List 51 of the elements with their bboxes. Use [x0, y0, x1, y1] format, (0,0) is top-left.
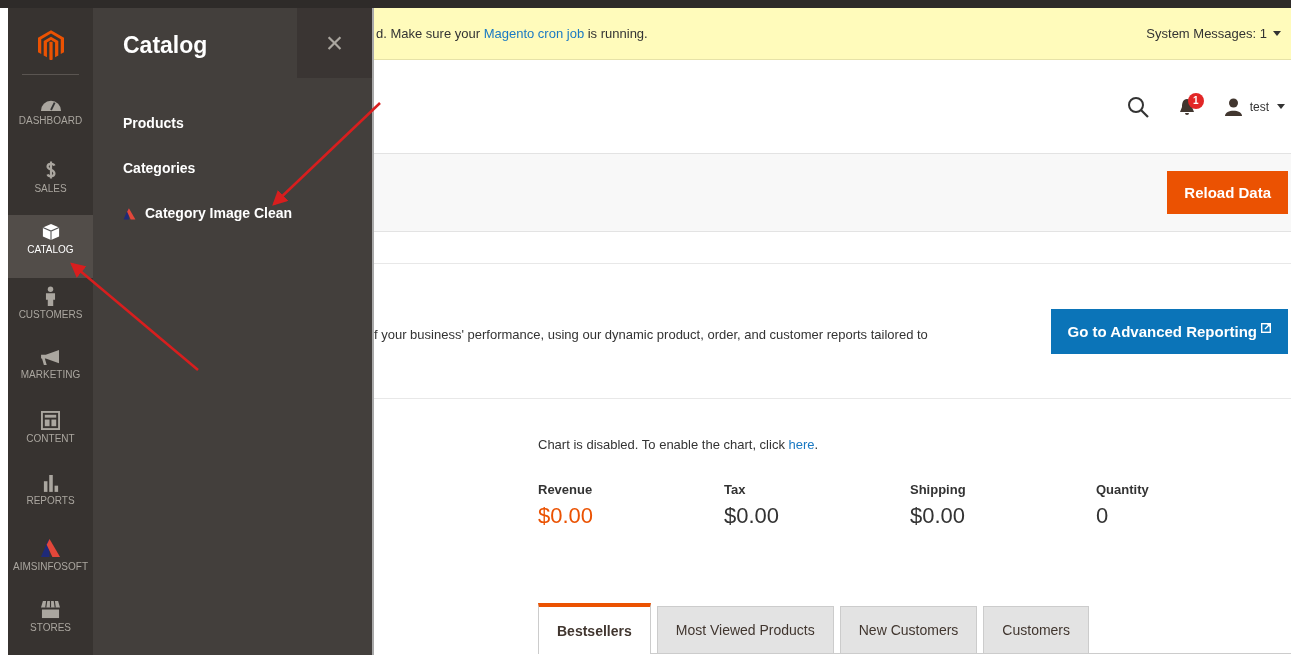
person-icon [45, 285, 56, 306]
stat-value: 0 [1096, 503, 1110, 529]
nav-item[interactable]: REPORTS [8, 466, 93, 530]
tab[interactable]: Most Viewed Products [656, 606, 834, 653]
menu-item[interactable]: Categories [123, 159, 196, 178]
tab[interactable]: New Customers [839, 606, 978, 653]
search-icon[interactable] [1126, 95, 1149, 118]
menu-item[interactable]: Products [123, 114, 184, 133]
stat-label: Quantity [1096, 482, 1150, 497]
user-menu[interactable]: test [1224, 97, 1285, 116]
stat-value: $0.00 [724, 503, 781, 529]
nav-item[interactable]: CUSTOMERS [8, 277, 93, 341]
storefront-icon [40, 600, 61, 620]
advanced-reporting-button[interactable]: Go to Advanced Reporting [1050, 308, 1288, 354]
close-button[interactable]: × [297, 8, 372, 78]
notice-text: d. Make sure your Magento cron job is running. [376, 26, 648, 41]
reload-data-button[interactable]: Reload Data [1167, 171, 1288, 214]
system-messages-dropdown[interactable]: System Messages: 1 [1140, 25, 1287, 42]
nav-item[interactable]: CONTENT [8, 403, 93, 467]
caret-icon [1273, 31, 1281, 36]
reporting-description: f your business' performance, using our dynamic product, order, and customer reports tailored to [374, 326, 928, 342]
layout-icon [41, 411, 60, 431]
menu-item[interactable]: Category Image Clean [123, 204, 293, 223]
nav-item[interactable]: CATALOG [8, 214, 93, 278]
triangle-logo-icon [40, 537, 61, 559]
user-icon [1224, 97, 1242, 116]
stat-label: Shipping [910, 482, 967, 497]
cron-link[interactable]: Magento cron job [483, 26, 585, 41]
dollar-icon [44, 159, 57, 180]
nav-item[interactable]: DASHBOARD [8, 88, 93, 152]
box-icon [41, 222, 60, 241]
triangle-logo-icon [123, 207, 136, 220]
caret-icon [1277, 104, 1285, 109]
stat-value: $0.00 [538, 503, 595, 529]
stat-label: Tax [724, 482, 747, 497]
nav-item[interactable]: STORES [8, 592, 93, 655]
logo-icon [37, 30, 64, 60]
tab[interactable]: Bestsellers [538, 603, 651, 654]
external-link-icon [1261, 322, 1271, 333]
stat-value: $0.00 [910, 503, 967, 529]
tab[interactable]: Customers [983, 606, 1090, 653]
nav-item[interactable]: MARKETING [8, 340, 93, 404]
nav-item[interactable]: SALES [8, 151, 93, 215]
stat-label: Revenue [538, 482, 594, 497]
megaphone-icon [40, 348, 61, 366]
notification-badge: 1 [1187, 92, 1204, 109]
bar-chart-icon [42, 474, 59, 493]
enable-chart-link[interactable]: here [788, 437, 815, 452]
nav-item[interactable]: AIMSINFOSOFT [8, 529, 93, 593]
chart-disabled-text: Chart is disabled. To enable the chart, click here. [538, 437, 820, 452]
flyout-title: Catalog [122, 31, 208, 60]
